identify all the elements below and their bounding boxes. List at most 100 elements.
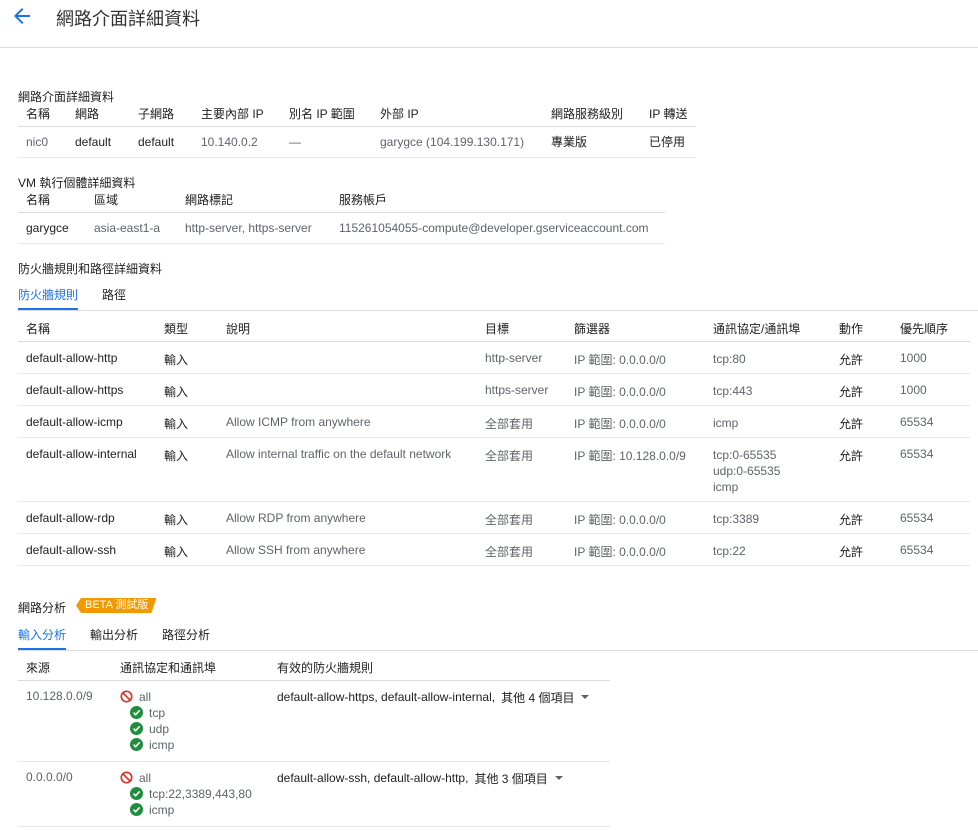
table-row: default-allow-icmp 輸入 Allow ICMP from an… — [18, 405, 970, 438]
rule-action: 允許 — [831, 437, 892, 502]
rule-description: Allow ICMP from anywhere — [218, 405, 477, 438]
rule-type: 輸入 — [156, 341, 218, 374]
rule-action: 允許 — [831, 341, 892, 374]
vm-table: 名稱 區域 網路標記 服務帳戶 garygce asia-east1-a htt… — [18, 188, 665, 244]
port-entry: tcp:3389 — [713, 511, 760, 526]
analysis-table-header: 來源 通訊協定和通訊埠 有效的防火牆規則 — [18, 656, 610, 681]
table-row: nic0 default default 10.140.0.2 — garygc… — [18, 126, 696, 158]
rule-action: 允許 — [831, 405, 892, 438]
tab-firewall-rules[interactable]: 防火牆規則 — [18, 286, 79, 310]
protocol-allowed: udp — [120, 721, 269, 737]
nic-name: nic0 — [18, 126, 67, 158]
column-header: 別名 IP 範圍 — [281, 102, 372, 127]
vm-name: garygce — [18, 212, 86, 244]
check-circle-icon — [130, 722, 143, 735]
protocol-allowed: icmp — [120, 737, 269, 753]
nic-subnet: default — [130, 126, 193, 158]
beta-badge: BETA 測試版 — [76, 598, 156, 613]
rule-ports: tcp:0-65535 udp:0-65535 icmp — [705, 437, 831, 502]
rule-ports: tcp:22 — [705, 533, 831, 566]
column-header: 篩選器 — [566, 317, 705, 342]
rule-ports: tcp:443 — [705, 373, 831, 406]
arrow-left-icon[interactable] — [10, 4, 34, 28]
column-header: 動作 — [831, 317, 892, 342]
rule-name: default-allow-https — [18, 373, 156, 406]
rule-description: Allow RDP from anywhere — [218, 501, 477, 534]
port-entry: udp:0-65535 — [713, 463, 781, 478]
rule-priority: 1000 — [892, 373, 970, 406]
table-row: default-allow-https 輸入 https-server IP 範… — [18, 373, 970, 406]
column-header: 目標 — [477, 317, 566, 342]
firewall-table: 名稱 類型 說明 目標 篩選器 通訊協定/通訊埠 動作 優先順序 default… — [18, 317, 970, 566]
column-header: 來源 — [18, 656, 112, 681]
analysis-tabs: 輸入分析 輸出分析 路徑分析 — [18, 626, 418, 650]
rule-action: 允許 — [831, 533, 892, 566]
vm-service-account: 115261054055-compute@developer.gservicea… — [331, 212, 665, 244]
rules-text: default-allow-https, default-allow-inter… — [277, 690, 496, 704]
rule-target: 全部套用 — [477, 533, 566, 566]
effective-rules: default-allow-https, default-allow-inter… — [277, 689, 610, 706]
analysis-source: 0.0.0.0/0 — [18, 761, 112, 827]
port-entry: tcp:80 — [713, 351, 746, 366]
column-header: 外部 IP — [372, 102, 543, 127]
rule-name: default-allow-internal — [18, 437, 156, 502]
rule-action: 允許 — [831, 501, 892, 534]
rule-name: default-allow-ssh — [18, 533, 156, 566]
rule-type: 輸入 — [156, 533, 218, 566]
column-header: 服務帳戶 — [331, 188, 665, 213]
nic-external-ip: garygce (104.199.130.171) — [372, 126, 543, 158]
protocol-label: icmp — [149, 737, 175, 752]
rule-description: Allow internal traffic on the default ne… — [218, 437, 477, 502]
port-entry: icmp — [713, 415, 739, 430]
rule-description — [218, 341, 477, 374]
tab-ingress-analysis[interactable]: 輸入分析 — [18, 626, 67, 650]
rule-target: 全部套用 — [477, 437, 566, 502]
column-header: 說明 — [218, 317, 477, 342]
rule-ports: tcp:3389 — [705, 501, 831, 534]
column-header: 網路 — [67, 102, 130, 127]
rule-name: default-allow-http — [18, 341, 156, 374]
rule-action: 允許 — [831, 373, 892, 406]
caret-down-icon[interactable] — [554, 773, 564, 783]
column-header: 名稱 — [18, 317, 156, 342]
rule-filter: IP 範圍: 0.0.0.0/0 — [566, 373, 705, 406]
protocol-denied: all — [120, 689, 269, 705]
column-header: 子網路 — [130, 102, 193, 127]
column-header: 優先順序 — [892, 317, 970, 342]
column-header: 名稱 — [18, 188, 86, 213]
port-entry: tcp:22 — [713, 543, 746, 558]
analysis-rules: default-allow-ssh, default-allow-http, 其… — [269, 761, 610, 827]
check-circle-icon — [130, 787, 143, 800]
table-row: default-allow-rdp 輸入 Allow RDP from anyw… — [18, 501, 970, 534]
nic-alias-ip: — — [281, 126, 372, 158]
check-circle-icon — [130, 738, 143, 751]
rule-ports: icmp — [705, 405, 831, 438]
table-row: default-allow-http 輸入 http-server IP 範圍:… — [18, 341, 970, 374]
port-entry: tcp:443 — [713, 383, 753, 398]
protocol-label: udp — [149, 721, 170, 736]
rule-filter: IP 範圍: 0.0.0.0/0 — [566, 405, 705, 438]
protocol-label: tcp:22,3389,443,80 — [149, 786, 252, 801]
caret-down-icon[interactable] — [580, 692, 590, 702]
tab-routes[interactable]: 路徑 — [102, 286, 126, 310]
analysis-section-title: 網路分析 — [18, 601, 67, 615]
table-row: 0.0.0.0/0 all tcp:22,3389,443,80 icmp de… — [18, 761, 610, 827]
analysis-rules: default-allow-https, default-allow-inter… — [269, 680, 610, 762]
column-header: 主要內部 IP — [193, 102, 281, 127]
rule-priority: 65534 — [892, 533, 970, 566]
tab-path-analysis[interactable]: 路徑分析 — [162, 626, 210, 650]
column-header: IP 轉送 — [641, 102, 696, 127]
nic-ip-forwarding: 已停用 — [641, 126, 696, 158]
column-header: 網路服務級別 — [543, 102, 641, 127]
more-rules-link[interactable]: 其他 4 個項目 — [501, 689, 574, 706]
rule-priority: 65534 — [892, 437, 970, 502]
rule-name: default-allow-icmp — [18, 405, 156, 438]
tab-egress-analysis[interactable]: 輸出分析 — [90, 626, 138, 650]
protocol-label: tcp — [149, 705, 166, 720]
rule-filter: IP 範圍: 10.128.0.0/9 — [566, 437, 705, 502]
fw-section-title: 防火牆規則和路徑詳細資料 — [18, 262, 163, 276]
more-rules-link[interactable]: 其他 3 個項目 — [474, 770, 547, 787]
column-header: 名稱 — [18, 102, 67, 127]
table-row: garygce asia-east1-a http-server, https-… — [18, 212, 665, 244]
rule-name: default-allow-rdp — [18, 501, 156, 534]
